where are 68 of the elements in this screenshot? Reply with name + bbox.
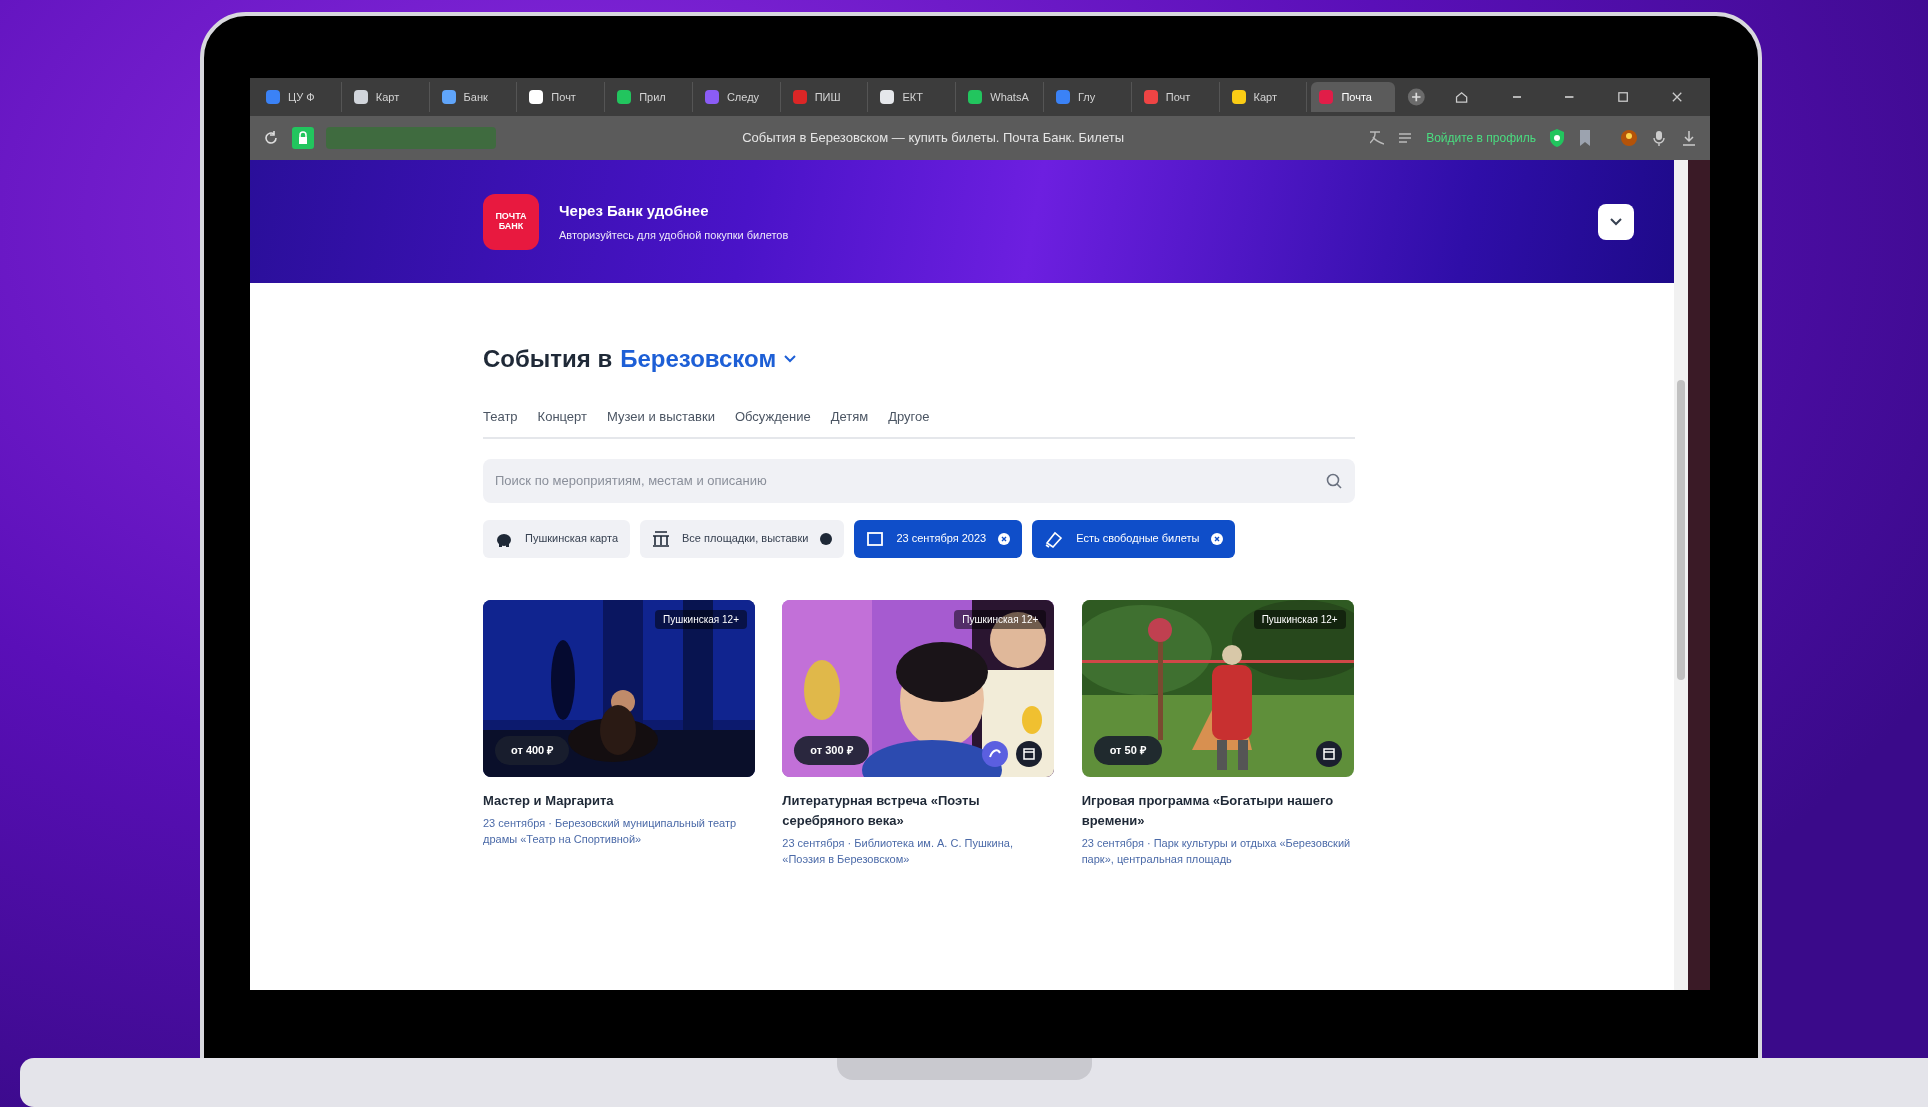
logo[interactable]: ПОЧТА БАНК — [483, 193, 539, 250]
filter-chip[interactable]: Пушкинская карта — [483, 519, 631, 558]
header-title: Через Банк удобнее — [559, 201, 710, 221]
age-badge: Пушкинская 12+ — [1253, 609, 1346, 629]
browser-tab[interactable]: Почта — [1311, 82, 1395, 112]
browser-tab[interactable]: ЦУ Ф — [258, 82, 342, 112]
download-icon — [1680, 129, 1698, 147]
scrollbar[interactable] — [1674, 160, 1688, 990]
browser-tab[interactable]: ПИШ — [784, 82, 869, 112]
logo-text: ПОЧТА — [495, 212, 527, 222]
dash-icon — [1512, 96, 1522, 98]
translate-icon — [1370, 131, 1385, 145]
category-tab[interactable]: Другое — [888, 407, 930, 427]
browser-tab[interactable]: Почт — [521, 82, 606, 112]
browser-tab[interactable]: Банк — [433, 82, 518, 112]
browser-tab[interactable]: Глу — [1048, 82, 1132, 112]
event-details: 23 сентября · Березовский муниципальный театр драмы «Театр на Спортивной» — [483, 815, 738, 848]
category-tab[interactable]: Театр — [483, 407, 518, 427]
event-title[interactable]: Литературная встреча «Поэты серебряного века» — [782, 790, 1056, 831]
event-title[interactable]: Игровая программа «Богатыри нашего времени» — [1081, 790, 1355, 831]
age-badge: Пушкинская 12+ — [954, 609, 1047, 629]
chevron-down-icon — [784, 355, 797, 363]
browser-tab[interactable]: WhatsA — [960, 82, 1045, 112]
browser-tab[interactable]: Карт — [345, 82, 430, 112]
filter-chip[interactable]: Есть свободные билеты — [1032, 519, 1236, 558]
search-icon — [1325, 471, 1343, 490]
info-icon — [820, 532, 833, 545]
minimize-icon — [1565, 96, 1574, 98]
url-field[interactable] — [326, 127, 496, 149]
bookmark-icon — [1578, 129, 1592, 147]
price-badge: от 300 ₽ — [794, 736, 869, 765]
category-tab[interactable]: Концерт — [537, 407, 587, 427]
browser-tab[interactable]: ЕКТ — [872, 82, 957, 112]
profile-link[interactable]: Войдите в профиль — [1426, 129, 1536, 147]
page-heading: События в — [483, 344, 613, 374]
price-badge: от 50 ₽ — [1093, 736, 1162, 765]
age-badge: Пушкинская 12+ — [655, 609, 747, 629]
shield-icon — [1548, 128, 1566, 148]
price-badge: от 400 ₽ — [495, 736, 570, 765]
clear-icon — [1211, 532, 1224, 545]
restore-icon — [1617, 91, 1628, 103]
calendar-icon — [866, 530, 885, 547]
event-title[interactable]: Мастер и Маргарита — [483, 790, 757, 811]
header-subtitle: Авторизуйтесь для удобной покупки билетов — [559, 227, 789, 243]
lock-icon — [292, 127, 314, 149]
event-details: 23 сентября · Библиотека им. А. С. Пушкина, «Поэзия в Березовском» — [782, 835, 1014, 868]
browser-tab[interactable]: Следу — [696, 82, 781, 112]
microphone-icon — [1650, 129, 1668, 147]
browser-tab[interactable]: Прил — [609, 82, 693, 112]
logo-text: БАНК — [498, 221, 524, 231]
chevron-down-icon — [1609, 216, 1623, 227]
category-tab[interactable]: Музеи и выставки — [607, 407, 715, 427]
event-details: 23 сентября · Парк культуры и отдыха «Березовский парк», центральная площадь — [1081, 835, 1352, 868]
menu-button[interactable] — [1598, 203, 1634, 240]
browser-tab[interactable]: Почт — [1135, 82, 1220, 112]
category-tab[interactable]: Обсуждение — [734, 407, 811, 427]
filter-chip[interactable]: 23 сентября 2023 — [854, 519, 1023, 558]
filter-chip[interactable]: Все площадки, выставки — [640, 519, 845, 558]
search-field[interactable]: Поиск по мероприятиям, местам и описанию — [483, 458, 1355, 503]
page-title: События в Березовском — купить билеты. Почта Банк. Билеты — [741, 129, 1125, 148]
browser-tab[interactable]: Карт — [1223, 82, 1308, 112]
close-icon — [1671, 91, 1682, 103]
clear-icon — [998, 532, 1011, 545]
new-tab-icon — [1407, 86, 1426, 108]
category-tab[interactable]: Детям — [830, 407, 869, 427]
extension-icon — [1620, 129, 1638, 147]
city-selector[interactable]: Березовском — [620, 341, 797, 377]
reload-icon — [262, 129, 280, 147]
